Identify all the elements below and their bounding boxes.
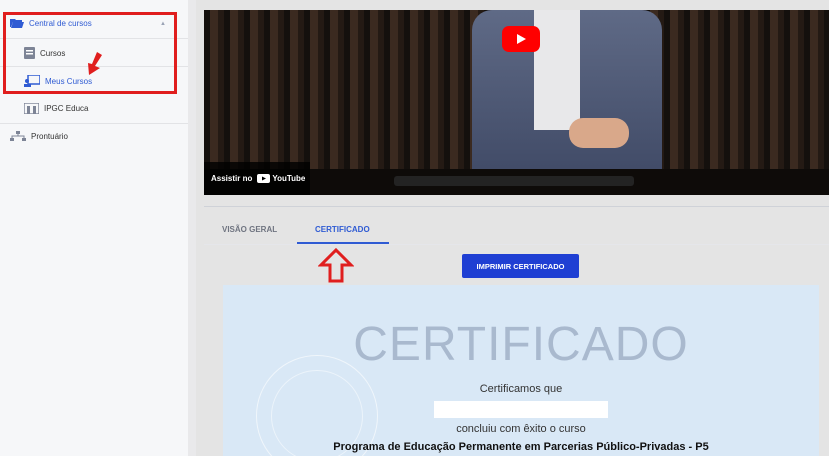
certificate-text: Certificamos que (479, 383, 563, 395)
certificate-title: CERTIFICADO (353, 318, 689, 371)
sidebar: Central de cursos ▲ Cursos Meus Cursos I… (0, 0, 189, 456)
youtube-logo: YouTube (257, 174, 305, 183)
watch-on-label: Assistir no (211, 174, 253, 183)
annotation-arrow-up-icon (318, 248, 354, 283)
divider (0, 123, 188, 124)
sidebar-item-ipgc-educa[interactable]: IPGC Educa (24, 103, 88, 114)
video-desk (394, 176, 634, 186)
sidebar-item-prontuario[interactable]: Prontuário (10, 131, 68, 142)
youtube-label: YouTube (272, 174, 306, 183)
sidebar-item-label: Prontuário (31, 132, 68, 141)
certificate-text: concluiu com êxito o curso (456, 423, 586, 435)
video-presenter-hands (569, 118, 629, 148)
tabs-top-divider (204, 206, 829, 207)
print-certificate-button[interactable]: IMPRIMIR CERTIFICADO (462, 254, 579, 278)
certificate-preview: CERTIFICADO Certificamos que concluiu co… (223, 285, 819, 456)
tab-certificado[interactable]: CERTIFICADO (315, 225, 370, 234)
tab-visao-geral[interactable]: VISÃO GERAL (222, 225, 277, 234)
building-icon (24, 103, 39, 114)
video-presenter-shirt (534, 10, 580, 130)
youtube-icon (257, 174, 271, 183)
certificate-name-field (434, 401, 608, 418)
active-tab-indicator (297, 242, 389, 244)
sitemap-icon (10, 131, 26, 141)
sidebar-gutter (188, 0, 196, 456)
annotation-arrow-down-icon (88, 52, 102, 75)
tabs-bottom-divider (204, 244, 829, 245)
sidebar-item-label: IPGC Educa (44, 104, 89, 113)
watch-on-youtube-button[interactable]: Assistir no YouTube (204, 162, 310, 195)
certificate-course-name: Programa de Educação Permanente em Parce… (333, 441, 709, 453)
play-icon (517, 34, 526, 44)
video-player[interactable]: Assistir no YouTube (204, 10, 829, 195)
play-button[interactable] (502, 26, 540, 52)
